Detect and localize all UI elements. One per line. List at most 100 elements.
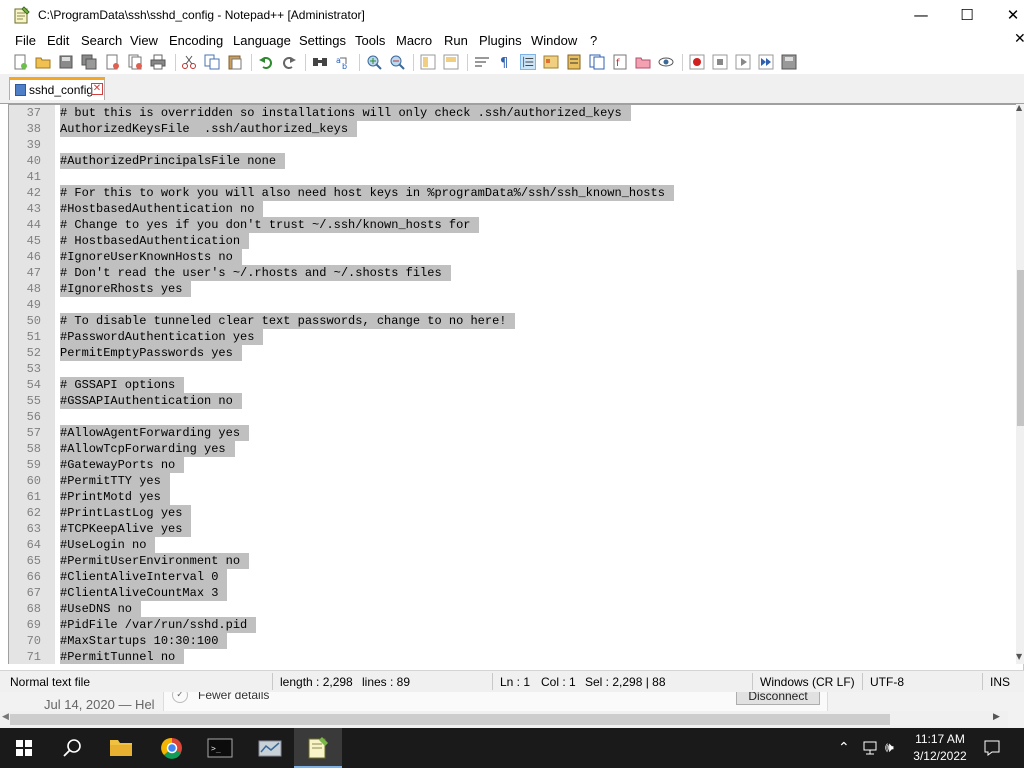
file-explorer-icon[interactable] bbox=[97, 728, 145, 768]
editor-line[interactable]: 57 #AllowAgentForwarding yes bbox=[9, 425, 1009, 441]
user-language-icon[interactable] bbox=[543, 54, 559, 70]
chevron-up-icon[interactable]: ⌃ bbox=[838, 740, 850, 756]
document-map-icon[interactable] bbox=[566, 54, 582, 70]
sync-vertical-icon[interactable] bbox=[420, 54, 436, 70]
editor-line[interactable]: 41 bbox=[9, 169, 1009, 185]
indent-guide-icon[interactable] bbox=[520, 54, 536, 70]
menu-plugins[interactable]: Plugins bbox=[479, 33, 522, 48]
redo-icon[interactable] bbox=[281, 54, 297, 70]
editor-line[interactable]: 38 AuthorizedKeysFile .ssh/authorized_key… bbox=[9, 121, 1009, 137]
editor-line[interactable]: 60 #PermitTTY yes bbox=[9, 473, 1009, 489]
word-wrap-icon[interactable] bbox=[474, 54, 490, 70]
editor-line[interactable]: 59 #GatewayPorts no bbox=[9, 457, 1009, 473]
editor-line[interactable]: 51 #PasswordAuthentication yes bbox=[9, 329, 1009, 345]
editor-line[interactable]: 64 #UseLogin no bbox=[9, 537, 1009, 553]
menu-run[interactable]: Run bbox=[444, 33, 468, 48]
search-icon[interactable] bbox=[48, 728, 96, 768]
cut-icon[interactable] bbox=[181, 54, 197, 70]
editor-line[interactable]: 66 #ClientAliveInterval 0 bbox=[9, 569, 1009, 585]
editor-line[interactable]: 43 #HostbasedAuthentication no bbox=[9, 201, 1009, 217]
text-editor[interactable]: 37 # but this is overridden so installati… bbox=[8, 104, 1016, 664]
editor-line[interactable]: 47 # Don't read the user's ~/.rhosts and … bbox=[9, 265, 1009, 281]
close-all-icon[interactable] bbox=[127, 54, 143, 70]
monitoring-icon[interactable] bbox=[658, 54, 674, 70]
menu-macro[interactable]: Macro bbox=[396, 33, 432, 48]
find-icon[interactable] bbox=[312, 54, 328, 70]
editor-line[interactable]: 68 #UseDNS no bbox=[9, 601, 1009, 617]
minimize-button[interactable]: — bbox=[898, 0, 944, 31]
editor-line[interactable]: 48 #IgnoreRhosts yes bbox=[9, 281, 1009, 297]
status-eol-format[interactable]: Windows (CR LF) bbox=[760, 675, 855, 689]
menu-view[interactable]: View bbox=[130, 33, 158, 48]
copy-icon[interactable] bbox=[204, 54, 220, 70]
undo-icon[interactable] bbox=[258, 54, 274, 70]
editor-line[interactable]: 65 #PermitUserEnvironment no bbox=[9, 553, 1009, 569]
replace-icon[interactable]: ab bbox=[335, 54, 351, 70]
title-bar[interactable]: C:\ProgramData\ssh\sshd_config - Notepad… bbox=[0, 0, 1024, 31]
menu-search[interactable]: Search bbox=[81, 33, 122, 48]
menu-encoding[interactable]: Encoding bbox=[169, 33, 223, 48]
editor-line[interactable]: 55 #GSSAPIAuthentication no bbox=[9, 393, 1009, 409]
zoom-in-icon[interactable] bbox=[366, 54, 382, 70]
volume-icon[interactable]: 🕪 bbox=[885, 740, 894, 756]
menu-edit[interactable]: Edit bbox=[47, 33, 69, 48]
menu-settings[interactable]: Settings bbox=[299, 33, 346, 48]
menu-window[interactable]: Window bbox=[531, 33, 577, 48]
document-list-icon[interactable] bbox=[589, 54, 605, 70]
tab-sshd-config[interactable]: sshd_config ✕ bbox=[9, 77, 105, 100]
maximize-button[interactable]: ☐ bbox=[944, 0, 990, 31]
editor-line[interactable]: 40 #AuthorizedPrincipalsFile none bbox=[9, 153, 1009, 169]
scroll-up-arrow-icon[interactable]: ▲ bbox=[1016, 103, 1022, 112]
new-file-icon[interactable] bbox=[12, 54, 28, 70]
editor-line[interactable]: 61 #PrintMotd yes bbox=[9, 489, 1009, 505]
menu-file[interactable]: File bbox=[15, 33, 36, 48]
tab-close-icon[interactable]: ✕ bbox=[91, 83, 103, 95]
editor-line[interactable]: 58 #AllowTcpForwarding yes bbox=[9, 441, 1009, 457]
network-icon[interactable] bbox=[862, 740, 878, 756]
terminal-icon[interactable]: >_ bbox=[196, 728, 244, 768]
chrome-icon[interactable] bbox=[148, 728, 196, 768]
scroll-down-arrow-icon[interactable]: ▼ bbox=[1016, 652, 1022, 661]
save-macro-icon[interactable] bbox=[781, 54, 797, 70]
folder-workspace-icon[interactable] bbox=[635, 54, 651, 70]
editor-line[interactable]: 67 #ClientAliveCountMax 3 bbox=[9, 585, 1009, 601]
run-macro-multiple-icon[interactable] bbox=[758, 54, 774, 70]
save-icon[interactable] bbox=[58, 54, 74, 70]
editor-line[interactable]: 52 PermitEmptyPasswords yes bbox=[9, 345, 1009, 361]
editor-line[interactable]: 71 #PermitTunnel no bbox=[9, 649, 1009, 664]
editor-line[interactable]: 37 # but this is overridden so installati… bbox=[9, 105, 1009, 121]
clock-date[interactable]: 3/12/2022 bbox=[905, 749, 975, 763]
open-file-icon[interactable] bbox=[35, 54, 51, 70]
menu-help[interactable]: ? bbox=[590, 33, 597, 48]
notepad-plus-plus-icon[interactable] bbox=[294, 728, 342, 768]
vertical-scrollbar-thumb[interactable] bbox=[1017, 270, 1024, 426]
status-encoding[interactable]: UTF-8 bbox=[870, 675, 904, 689]
print-icon[interactable] bbox=[150, 54, 166, 70]
editor-line[interactable]: 50 # To disable tunneled clear text passw… bbox=[9, 313, 1009, 329]
start-icon[interactable] bbox=[0, 728, 48, 768]
editor-line[interactable]: 42 # For this to work you will also need … bbox=[9, 185, 1009, 201]
editor-line[interactable]: 45 # HostbasedAuthentication bbox=[9, 233, 1009, 249]
save-all-icon[interactable] bbox=[81, 54, 97, 70]
status-insert-mode[interactable]: INS bbox=[990, 675, 1010, 689]
function-list-icon[interactable]: f bbox=[612, 54, 628, 70]
close-button[interactable]: ✕ bbox=[990, 0, 1024, 31]
scroll-right-arrow-icon[interactable]: ▶ bbox=[993, 712, 1000, 722]
editor-line[interactable]: 69 #PidFile /var/run/sshd.pid bbox=[9, 617, 1009, 633]
editor-line[interactable]: 46 #IgnoreUserKnownHosts no bbox=[9, 249, 1009, 265]
editor-line[interactable]: 44 # Change to yes if you don't trust ~/.… bbox=[9, 217, 1009, 233]
playback-icon[interactable] bbox=[735, 54, 751, 70]
paste-icon[interactable] bbox=[227, 54, 243, 70]
editor-line[interactable]: 39 bbox=[9, 137, 1009, 153]
editor-line[interactable]: 49 bbox=[9, 297, 1009, 313]
editor-line[interactable]: 53 bbox=[9, 361, 1009, 377]
close-document-icon[interactable]: ✕ bbox=[1014, 31, 1024, 47]
menu-tools[interactable]: Tools bbox=[355, 33, 385, 48]
editor-line[interactable]: 63 #TCPKeepAlive yes bbox=[9, 521, 1009, 537]
sync-horizontal-icon[interactable] bbox=[443, 54, 459, 70]
editor-line[interactable]: 62 #PrintLastLog yes bbox=[9, 505, 1009, 521]
menu-language[interactable]: Language bbox=[233, 33, 291, 48]
stop-recording-icon[interactable] bbox=[712, 54, 728, 70]
editor-line[interactable]: 54 # GSSAPI options bbox=[9, 377, 1009, 393]
editor-line[interactable]: 56 bbox=[9, 409, 1009, 425]
